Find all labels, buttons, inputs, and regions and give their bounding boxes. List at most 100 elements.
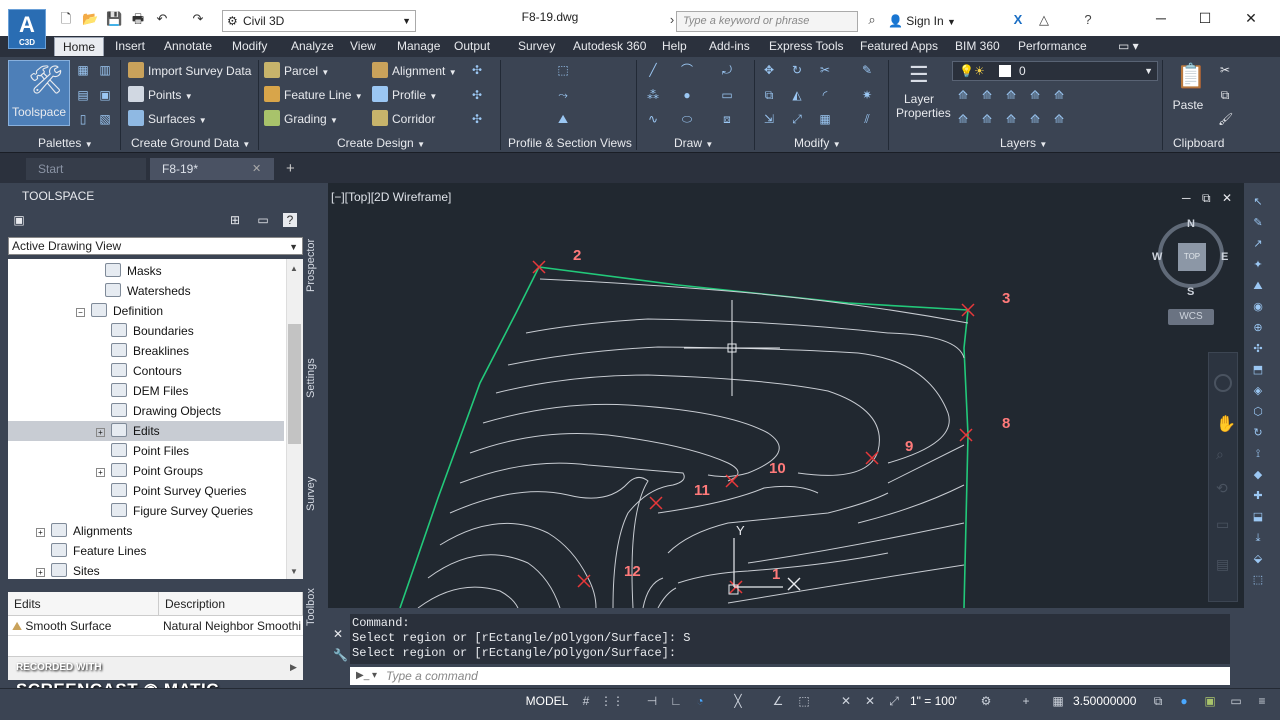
- tool-icon[interactable]: ⟟: [1251, 448, 1265, 460]
- pipe-network-icon[interactable]: ✣: [470, 112, 484, 126]
- tool-icon[interactable]: ✎: [1251, 217, 1265, 229]
- toolspace-button[interactable]: 🛠 Toolspace: [8, 60, 70, 126]
- app-menu-button[interactable]: A C3D: [8, 9, 46, 49]
- survey-icon[interactable]: ▤: [76, 88, 90, 102]
- binoculars-icon[interactable]: ⌕: [864, 12, 880, 28]
- tree-expander-icon[interactable]: +: [36, 568, 45, 577]
- vtab-survey[interactable]: Survey: [305, 468, 327, 520]
- layer-tool-icon[interactable]: ⟰: [1028, 112, 1042, 126]
- select-icon[interactable]: ↖: [1251, 196, 1265, 208]
- tree-node[interactable]: Point Files: [8, 441, 284, 461]
- trim-icon[interactable]: ✂: [818, 63, 832, 77]
- tree-node[interactable]: Boundaries: [8, 321, 284, 341]
- circle-icon[interactable]: ●: [680, 88, 694, 102]
- toolspace-item-view-icon[interactable]: ⊞: [228, 213, 242, 227]
- tree-node[interactable]: + Sites: [8, 561, 284, 581]
- corridor-button[interactable]: Corridor: [372, 110, 435, 128]
- ribbon-tab-analyze[interactable]: Analyze: [291, 37, 334, 56]
- viewcube-top[interactable]: TOP: [1178, 243, 1206, 271]
- compass-south[interactable]: S: [1187, 286, 1194, 298]
- section-views-icon[interactable]: ⛰: [556, 112, 570, 126]
- tool-icon[interactable]: ⬓: [1251, 511, 1265, 523]
- description-column-header[interactable]: Description: [159, 592, 303, 616]
- tool-icon[interactable]: ◆: [1251, 469, 1265, 481]
- orbit-icon[interactable]: ⟲: [1216, 480, 1228, 497]
- open-icon[interactable]: 📂: [82, 12, 98, 26]
- workspace-select[interactable]: ⚙ Civil 3D ▼: [222, 10, 416, 32]
- copy-clip-icon[interactable]: ⧉: [1218, 88, 1232, 102]
- tree-node[interactable]: Point Survey Queries: [8, 481, 284, 501]
- tool-icon[interactable]: ✦: [1251, 259, 1265, 271]
- ribbon-tab-manage[interactable]: Manage: [397, 37, 440, 56]
- nav-menu-icon[interactable]: ▤: [1216, 556, 1229, 573]
- stretch-icon[interactable]: ⇲: [762, 112, 776, 126]
- compass-east[interactable]: E: [1221, 251, 1228, 263]
- hatch-icon[interactable]: ⁂: [646, 88, 660, 102]
- surfaces-button[interactable]: Surfaces ▼: [128, 110, 207, 128]
- move-icon[interactable]: ✥: [762, 63, 776, 77]
- toolbox-icon[interactable]: ▣: [98, 88, 112, 102]
- import-survey-data-button[interactable]: Import Survey Data: [128, 62, 251, 80]
- layer-tool-icon[interactable]: ⟰: [1052, 112, 1066, 126]
- match-properties-icon[interactable]: 🖌: [1218, 112, 1233, 126]
- grid-icon[interactable]: #: [578, 693, 594, 709]
- survey-point-marker[interactable]: [725, 474, 739, 488]
- ribbon-tab-autodesk-360[interactable]: Autodesk 360: [573, 37, 646, 56]
- vtab-settings[interactable]: Settings: [305, 348, 327, 408]
- redo-icon[interactable]: ↷: [190, 12, 206, 26]
- tree-node[interactable]: Breaklines: [8, 341, 284, 361]
- ribbon-tab-output[interactable]: Output: [454, 37, 490, 56]
- annotation-scale-icon[interactable]: ⤢: [886, 693, 902, 709]
- polyline-icon[interactable]: ⌒: [680, 63, 694, 77]
- region-icon[interactable]: ⧈: [720, 112, 734, 126]
- table-row[interactable]: ⛰ Smooth Surface: [8, 616, 159, 636]
- steering-wheel-icon[interactable]: [1214, 374, 1232, 392]
- ortho-icon[interactable]: ∟: [668, 693, 684, 709]
- table-icon[interactable]: ▧: [98, 112, 112, 126]
- tree-node[interactable]: DEM Files: [8, 381, 284, 401]
- polar-tracking-icon[interactable]: ◔: [692, 693, 708, 709]
- tree-node[interactable]: − Definition: [8, 301, 284, 321]
- tool-icon[interactable]: ◈: [1251, 385, 1265, 397]
- survey-point-marker[interactable]: [577, 574, 591, 588]
- close-icon[interactable]: ✕: [333, 627, 343, 641]
- zoom-icon[interactable]: ⌕: [1216, 446, 1224, 463]
- ribbon-tab-insert[interactable]: Insert: [115, 37, 145, 56]
- layer-tool-icon[interactable]: ⟰: [980, 88, 994, 102]
- print-icon[interactable]: 🖶: [130, 12, 146, 26]
- viewport-controls-label[interactable]: [−][Top][2D Wireframe]: [331, 190, 451, 204]
- tool-icon[interactable]: ⤓: [1251, 532, 1265, 544]
- auto-scale-icon[interactable]: ✕: [862, 693, 878, 709]
- close-button[interactable]: ✕: [1240, 9, 1262, 27]
- help-icon[interactable]: ?: [283, 213, 297, 227]
- tree-node[interactable]: Contours: [8, 361, 284, 381]
- layer-tool-icon[interactable]: ⟰: [1004, 112, 1018, 126]
- annotation-scale-value[interactable]: 1" = 100': [910, 690, 957, 712]
- isodraft-icon[interactable]: ╳: [730, 693, 746, 709]
- ribbon-options-icon[interactable]: ▭ ▾: [1118, 37, 1139, 56]
- model-space-button[interactable]: MODEL: [524, 690, 570, 712]
- exchange-icon[interactable]: X: [1010, 12, 1026, 28]
- profile-button[interactable]: Profile ▼: [372, 86, 437, 104]
- tool-icon[interactable]: ⬚: [1251, 574, 1265, 586]
- layer-select[interactable]: 💡☀ 0 ▼: [952, 61, 1158, 81]
- new-icon[interactable]: 🗋: [58, 12, 74, 26]
- parcel-button[interactable]: Parcel ▼: [264, 62, 329, 80]
- panel-profile-section-views[interactable]: Profile & Section Views: [508, 135, 632, 152]
- dynamic-input-icon[interactable]: ⊣: [644, 693, 660, 709]
- panel-palettes[interactable]: Palettes ▼: [38, 135, 93, 152]
- tool-icon[interactable]: ⬙: [1251, 553, 1265, 565]
- ribbon-tab-add-ins[interactable]: Add-ins: [709, 37, 750, 56]
- prospector-icon[interactable]: ▦: [76, 63, 90, 77]
- wcs-menu[interactable]: WCS: [1168, 309, 1214, 325]
- edits-column-header[interactable]: Edits: [8, 592, 159, 616]
- undo-icon[interactable]: ↶: [154, 12, 170, 26]
- assembly-icon[interactable]: ✣: [470, 88, 484, 102]
- viewport-restore-icon[interactable]: ⧉: [1202, 191, 1211, 206]
- ellipse-icon[interactable]: ⬭: [680, 112, 694, 126]
- tool-icon[interactable]: ⊕: [1251, 322, 1265, 334]
- toolspace-menu-icon[interactable]: ▣: [12, 213, 26, 227]
- compass-west[interactable]: W: [1152, 251, 1162, 263]
- ribbon-tab-express-tools[interactable]: Express Tools: [769, 37, 843, 56]
- profile-view-icon[interactable]: ⬚: [556, 63, 570, 77]
